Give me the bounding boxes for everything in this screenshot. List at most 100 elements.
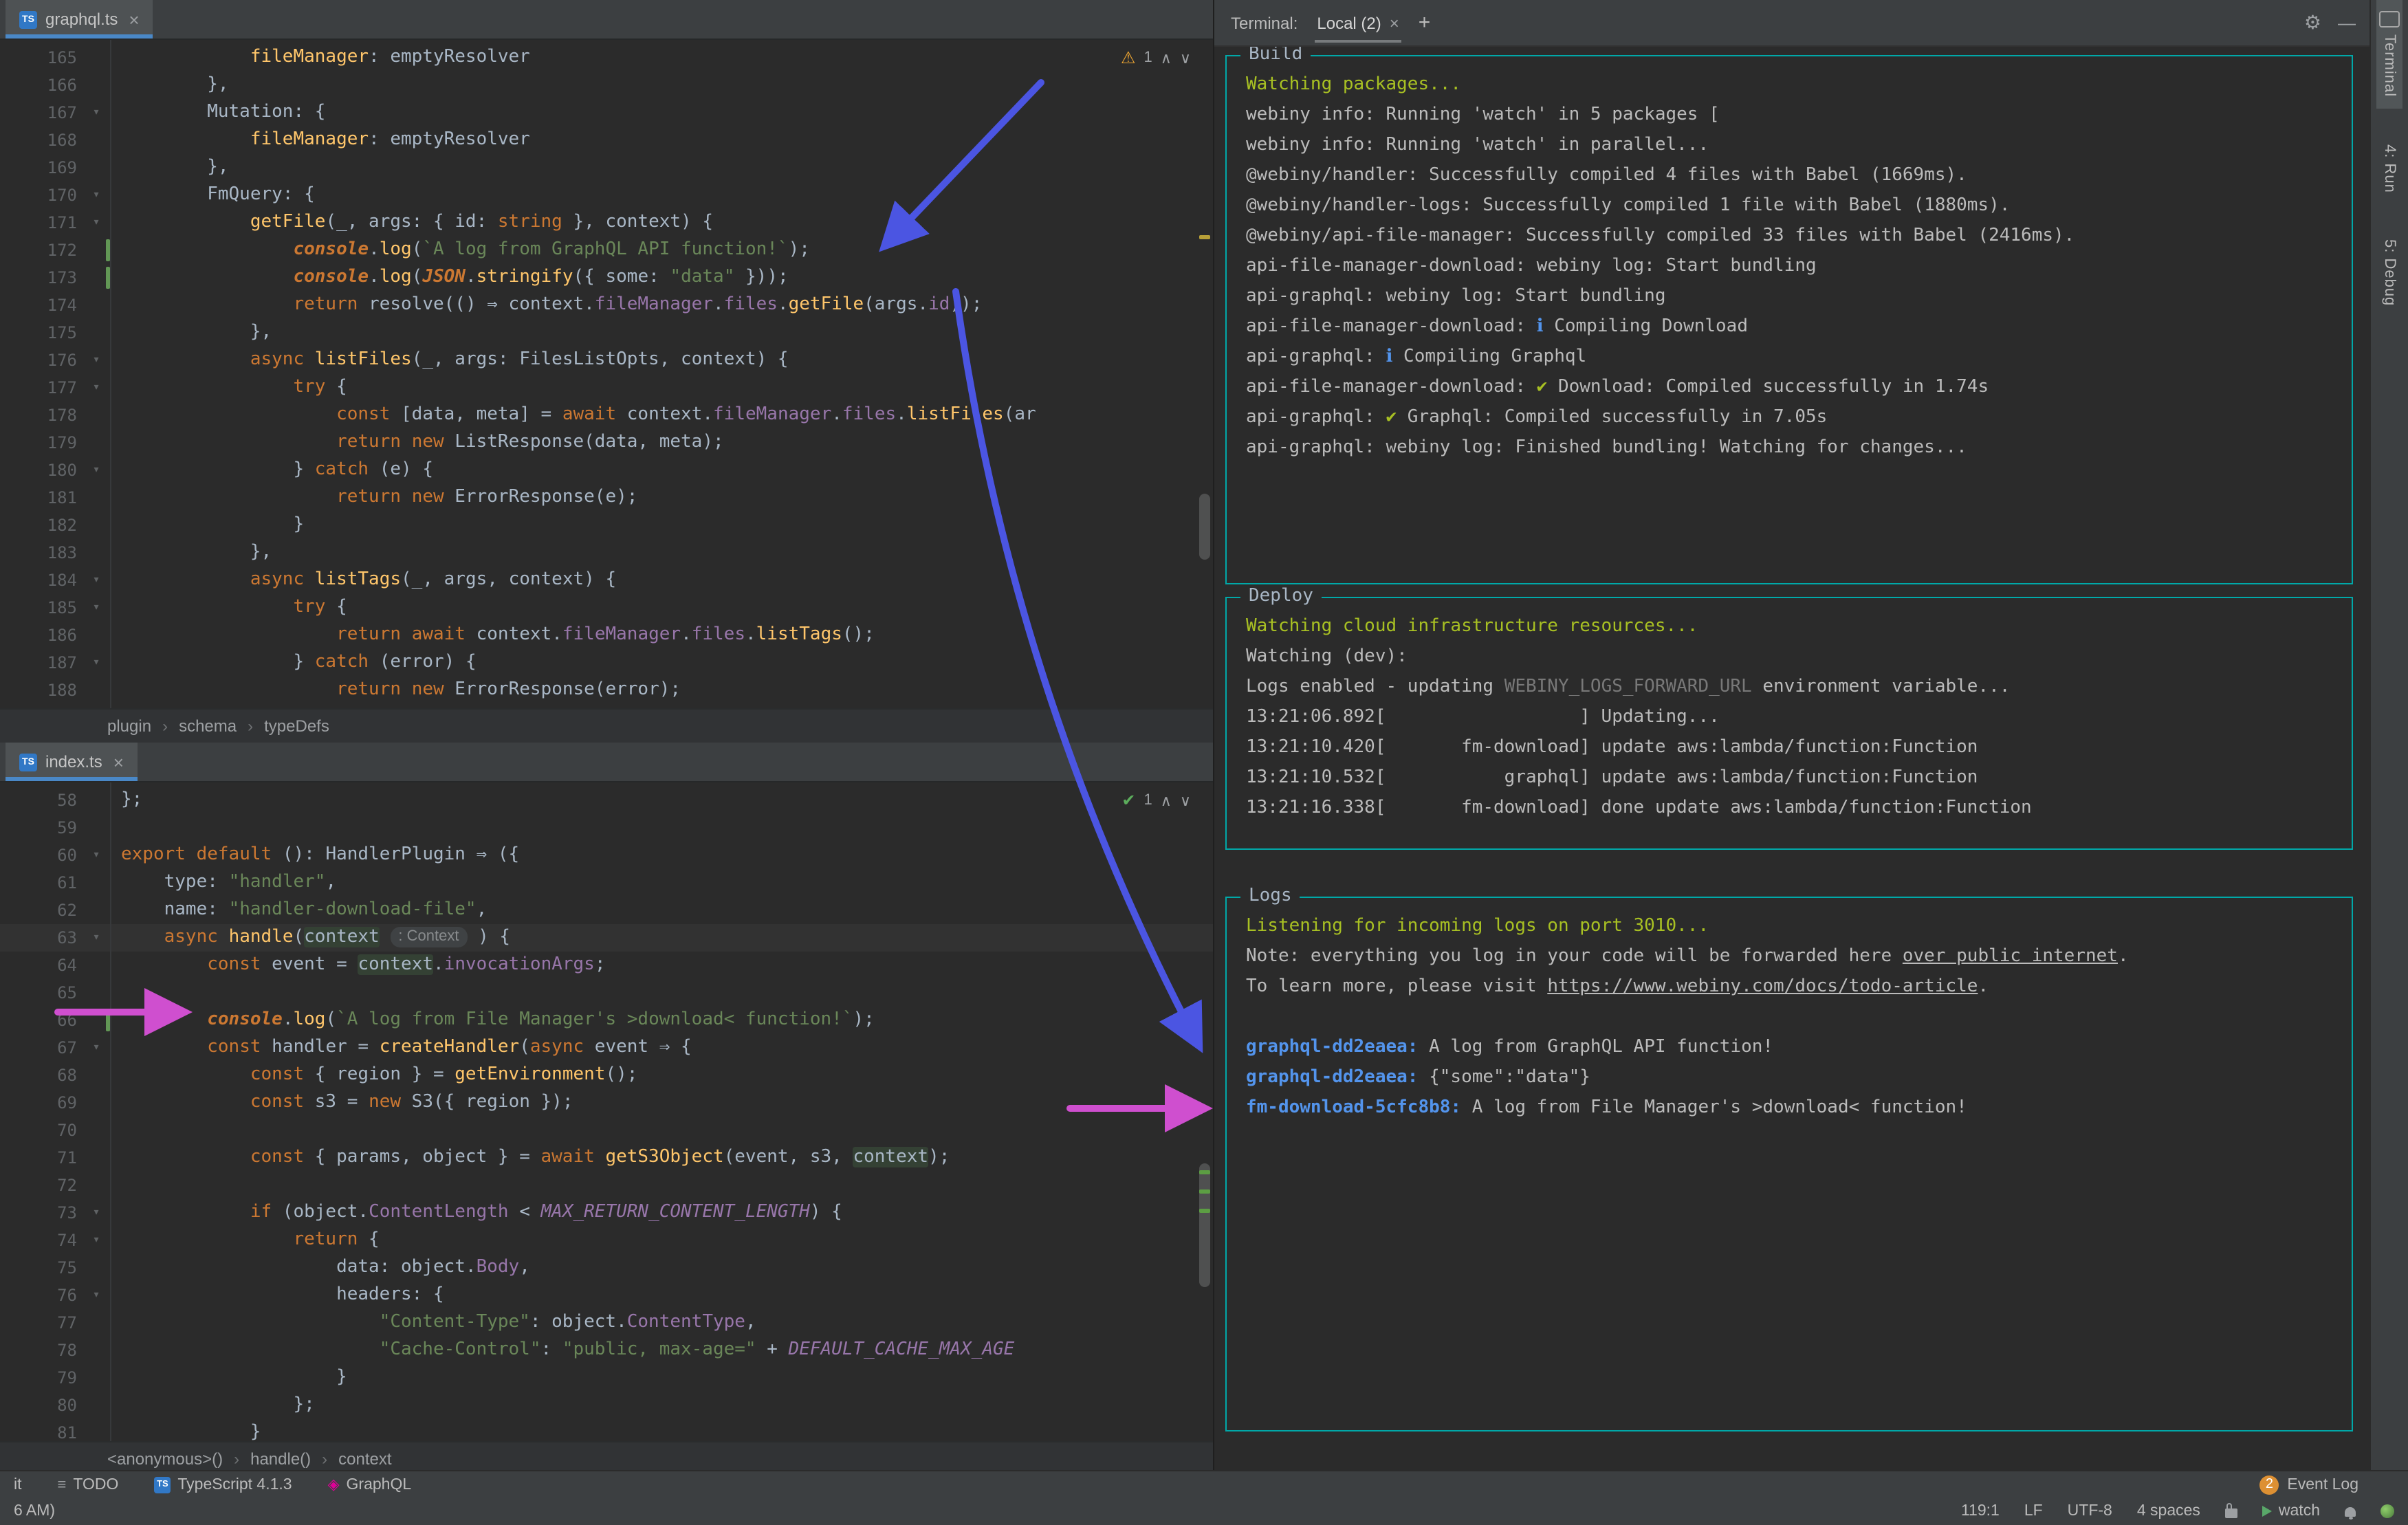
code-line[interactable]: 70 (0, 1117, 1213, 1144)
code-line[interactable]: 165 fileManager: emptyResolver (0, 44, 1213, 72)
close-icon[interactable]: × (129, 9, 139, 30)
code-line[interactable]: 64 const event = context.invocationArgs; (0, 952, 1213, 979)
lock-icon[interactable] (2224, 1503, 2237, 1518)
code-line[interactable]: 72 (0, 1172, 1213, 1199)
code-line[interactable]: 81 } (0, 1419, 1213, 1441)
code-line[interactable]: 77 "Content-Type": object.ContentType, (0, 1309, 1213, 1337)
editor-index-ts[interactable]: ✔ 1 ∧ ∨ 58}; 59 60 ▾ export default (): Hand… (0, 782, 1213, 1441)
scrollbar-thumb[interactable] (1199, 1163, 1210, 1287)
fold-icon[interactable]: ▾ (83, 1034, 110, 1062)
fold-icon[interactable]: ▾ (83, 1282, 110, 1309)
code-line[interactable]: 172 console.log(`A log from GraphQL API … (0, 237, 1213, 264)
fold-icon[interactable]: ▾ (83, 374, 110, 402)
code-line[interactable]: 69 const s3 = new S3({ region }); (0, 1089, 1213, 1117)
breadcrumb-item[interactable]: <anonymous>() (107, 1449, 223, 1469)
code-line[interactable]: 68 const { region } = getEnvironment(); (0, 1062, 1213, 1089)
tool-button-terminal[interactable]: Terminal (2376, 0, 2402, 109)
notifications-bell-icon[interactable] (2345, 1506, 2356, 1519)
graphql-status[interactable]: ◈ GraphQL (328, 1475, 412, 1493)
tool-button-run[interactable]: 4: Run (2378, 133, 2400, 204)
code-line[interactable]: 76 ▾ headers: { (0, 1282, 1213, 1309)
code-line[interactable]: 173 console.log(JSON.stringify({ some: "… (0, 264, 1213, 292)
code-line[interactable]: 60 ▾ export default (): HandlerPlugin ⇒ ({ (0, 842, 1213, 869)
next-issue-icon[interactable]: ∨ (1180, 791, 1191, 809)
code-line[interactable]: 61 type: "handler", (0, 869, 1213, 897)
code-line[interactable]: 65 (0, 979, 1213, 1007)
line-separator[interactable]: LF (2024, 1503, 2043, 1519)
code-line[interactable]: 187 ▾ } catch (error) { (0, 649, 1213, 677)
fold-icon[interactable]: ▾ (83, 924, 110, 952)
code-line[interactable]: 67 ▾ const handler = createHandler(async … (0, 1034, 1213, 1062)
next-issue-icon[interactable]: ∨ (1180, 49, 1191, 67)
code-line[interactable]: 66 console.log(`A log from File Manager'… (0, 1007, 1213, 1034)
scrollbar-thumb[interactable] (1199, 494, 1210, 560)
scrollbar[interactable] (1196, 782, 1213, 1441)
code-line[interactable]: 184 ▾ async listTags(_, args, context) { (0, 567, 1213, 594)
fold-icon[interactable]: ▾ (83, 182, 110, 209)
code-line[interactable]: 59 (0, 814, 1213, 842)
prev-issue-icon[interactable]: ∧ (1161, 791, 1172, 809)
breadcrumb-item[interactable]: handle() (250, 1449, 311, 1469)
tab-index-ts[interactable]: TS index.ts × (6, 743, 138, 781)
code-line[interactable]: 179 return new ListResponse(data, meta); (0, 429, 1213, 457)
code-line[interactable]: 78 "Cache-Control": "public, max-age=" +… (0, 1337, 1213, 1364)
code-line[interactable]: 174 return resolve(() ⇒ context.fileMana… (0, 292, 1213, 319)
terminal-tab-local[interactable]: Local (2) × (1314, 3, 1402, 42)
fold-icon[interactable]: ▾ (83, 567, 110, 594)
code-line[interactable]: 178 const [data, meta] = await context.f… (0, 402, 1213, 429)
fold-icon[interactable]: ▾ (83, 594, 110, 622)
code-line[interactable]: 168 fileManager: emptyResolver (0, 127, 1213, 154)
terminal-link[interactable]: https://www.webiny.com/docs/todo-article (1547, 976, 1978, 997)
fold-icon[interactable]: ▾ (83, 209, 110, 237)
tab-graphql-ts[interactable]: TS graphql.ts × (6, 0, 154, 39)
breadcrumb-item[interactable]: schema (179, 716, 237, 736)
code-line[interactable]: 62 name: "handler-download-file", (0, 897, 1213, 924)
run-widget[interactable]: watch (2262, 1503, 2320, 1519)
fold-icon[interactable]: ▾ (83, 842, 110, 869)
close-icon[interactable]: × (1390, 13, 1399, 32)
minimize-icon[interactable]: — (2338, 12, 2356, 33)
caret-position[interactable]: 119:1 (1961, 1503, 2000, 1519)
code-line[interactable]: 80 }; (0, 1392, 1213, 1419)
code-line[interactable]: 71 const { params, object } = await getS… (0, 1144, 1213, 1172)
inspections-widget[interactable]: ✔ 1 ∧ ∨ (1121, 791, 1191, 810)
code-line[interactable]: 181 return new ErrorResponse(e); (0, 484, 1213, 512)
code-line[interactable]: 73 ▾ if (object.ContentLength < MAX_RETUR… (0, 1199, 1213, 1227)
code-line[interactable]: 170 ▾ FmQuery: { (0, 182, 1213, 209)
code-line[interactable]: 186 return await context.fileManager.fil… (0, 622, 1213, 649)
code-line[interactable]: 58}; (0, 787, 1213, 814)
fold-icon[interactable]: ▾ (83, 649, 110, 677)
scrollbar[interactable] (1196, 40, 1213, 708)
file-encoding[interactable]: UTF-8 (2068, 1503, 2112, 1519)
code-line[interactable]: 188 return new ErrorResponse(error); (0, 677, 1213, 704)
code-line[interactable]: 74 ▾ return { (0, 1227, 1213, 1254)
event-log-button[interactable]: 2 Event Log (2259, 1475, 2358, 1494)
code-line[interactable]: 175 }, (0, 319, 1213, 347)
new-session-button[interactable]: + (1419, 11, 1431, 34)
code-line[interactable]: 185 ▾ try { (0, 594, 1213, 622)
code-line[interactable]: 166 }, (0, 72, 1213, 99)
close-icon[interactable]: × (113, 751, 124, 772)
indent-setting[interactable]: 4 spaces (2137, 1503, 2200, 1519)
git-widget[interactable]: it (14, 1476, 22, 1493)
code-line[interactable]: 63 ▾ async handle(context : Context ) { (0, 924, 1213, 952)
typescript-status[interactable]: TS TypeScript 4.1.3 (154, 1476, 292, 1493)
terminal-output[interactable]: Build Watching packages... webiny info: R… (1214, 47, 2372, 1471)
breadcrumb-item[interactable]: typeDefs (264, 716, 329, 736)
ide-health-icon[interactable] (2380, 1504, 2394, 1518)
breadcrumb-item[interactable]: context (338, 1449, 391, 1469)
fold-icon[interactable]: ▾ (83, 99, 110, 127)
prev-issue-icon[interactable]: ∧ (1161, 49, 1172, 67)
fold-icon[interactable]: ▾ (83, 1199, 110, 1227)
todo-button[interactable]: ≡ TODO (58, 1476, 119, 1493)
inspections-widget[interactable]: ⚠ 1 ∧ ∨ (1121, 48, 1191, 67)
code-line[interactable]: 176 ▾ async listFiles(_, args: FilesListO… (0, 347, 1213, 374)
code-line[interactable]: 183 }, (0, 539, 1213, 567)
editor-graphql-ts[interactable]: ⚠ 1 ∧ ∨ 165 fileManager: emptyResolver 16… (0, 40, 1213, 708)
fold-icon[interactable]: ▾ (83, 347, 110, 374)
code-line[interactable]: 177 ▾ try { (0, 374, 1213, 402)
code-line[interactable]: 75 data: object.Body, (0, 1254, 1213, 1282)
breadcrumb-item[interactable]: plugin (107, 716, 151, 736)
code-line[interactable]: 182 } (0, 512, 1213, 539)
code-line[interactable]: 169 }, (0, 154, 1213, 182)
